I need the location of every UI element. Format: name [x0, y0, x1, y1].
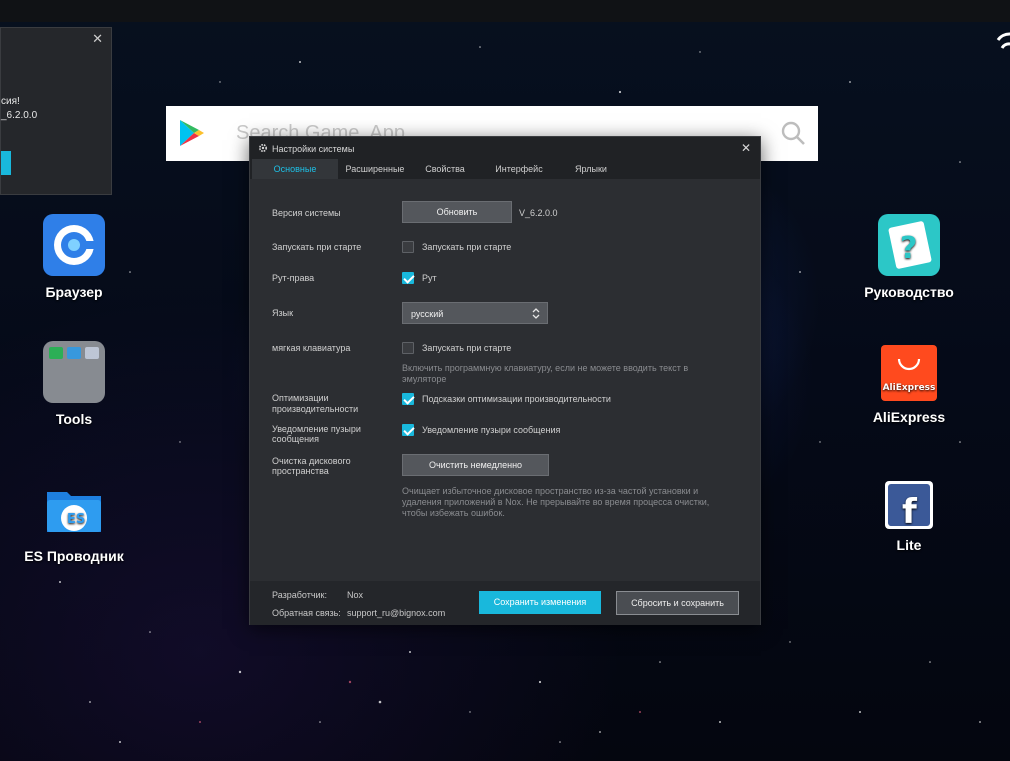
disk-hint: удаления приложений в Nox. Не прерывайте…	[402, 497, 710, 507]
disk-hint: Очищает избыточное дисковое пространство…	[402, 486, 699, 496]
bubble-checkbox[interactable]	[402, 424, 414, 436]
browser-icon	[43, 214, 105, 276]
notification-popup: ✕ сия! _6.2.0.0	[0, 27, 112, 195]
folder-icon	[43, 341, 105, 403]
svg-text:f: f	[902, 492, 918, 529]
app-es-explorer[interactable]: ES ES Проводник	[24, 478, 124, 564]
chevron-updown-icon	[532, 308, 540, 319]
tab-shortcuts[interactable]: Ярлыки	[560, 159, 622, 179]
app-label: Tools	[55, 411, 93, 427]
perf-checkbox-label: Подсказки оптимизации производительности	[422, 394, 611, 404]
es-explorer-icon: ES	[43, 478, 105, 540]
root-label: Рут-права	[272, 273, 315, 283]
question-mark-icon: ?	[878, 214, 940, 276]
tab-advanced[interactable]: Расширенные	[338, 159, 412, 179]
app-label: ES Проводник	[24, 548, 124, 564]
clean-button[interactable]: Очистить немедленно	[402, 454, 549, 476]
notification-action-button[interactable]	[1, 151, 11, 175]
perf-label: производительности	[272, 404, 359, 414]
svg-text:?: ?	[900, 231, 917, 266]
app-label: Руководство	[864, 284, 954, 300]
gear-icon	[258, 143, 268, 153]
language-value: русский	[411, 309, 444, 319]
root-checkbox-label: Рут	[422, 273, 437, 283]
disk-hint: чтобы избежать ошибок.	[402, 508, 505, 518]
dialog-header: Настройки системы ✕ Основные Расширенные…	[250, 137, 760, 179]
bubble-label: сообщения	[272, 434, 319, 444]
version-value: V_6.2.0.0	[519, 208, 558, 218]
keyboard-label: мягкая клавиатура	[272, 343, 351, 353]
perf-checkbox[interactable]	[402, 393, 414, 405]
perf-label: Оптимизации	[272, 393, 329, 403]
save-button[interactable]: Сохранить изменения	[479, 591, 601, 614]
app-label: AliExpress	[872, 409, 946, 425]
notification-version: _6.2.0.0	[1, 110, 38, 121]
top-status-bar	[0, 0, 1010, 22]
feedback-label: Обратная связь:	[272, 608, 341, 618]
autostart-checkbox[interactable]	[402, 241, 414, 253]
keyboard-checkbox[interactable]	[402, 342, 414, 354]
dialog-title: Настройки системы	[272, 144, 355, 154]
play-store-icon	[180, 120, 204, 146]
autostart-checkbox-label: Запускать при старте	[422, 242, 512, 252]
keyboard-hint: эмуляторе	[402, 374, 447, 384]
app-guide[interactable]: ? Руководство	[864, 214, 954, 300]
developer-label: Разработчик:	[272, 590, 327, 600]
feedback-email[interactable]: support_ru@bignox.com	[347, 608, 445, 618]
version-label: Версия системы	[272, 208, 341, 218]
system-settings-dialog: Настройки системы ✕ Основные Расширенные…	[249, 136, 761, 625]
notification-text: сия!	[1, 96, 20, 107]
aliexpress-logo-text: AliExpress	[883, 383, 936, 393]
close-icon[interactable]: ✕	[92, 31, 103, 47]
update-button[interactable]: Обновить	[402, 201, 512, 223]
app-label: Lite	[896, 537, 922, 553]
dialog-footer: Разработчик: Nox Обратная связь: support…	[250, 581, 760, 625]
close-icon[interactable]: ✕	[741, 141, 751, 155]
app-aliexpress[interactable]: AliExpress AliExpress	[869, 345, 949, 425]
facebook-icon: f	[885, 481, 933, 529]
keyboard-checkbox-label: Запускать при старте	[422, 343, 512, 353]
language-select[interactable]: русский	[402, 302, 548, 324]
app-facebook-lite[interactable]: f Lite	[869, 481, 949, 553]
tab-bar: Основные Расширенные Свойства Интерфейс …	[250, 159, 622, 179]
svg-text:ES: ES	[67, 512, 85, 527]
app-browser[interactable]: Браузер	[34, 214, 114, 300]
autostart-label: Запускать при старте	[272, 242, 362, 252]
bubble-checkbox-label: Уведомление пузыри сообщения	[422, 425, 561, 435]
reset-button[interactable]: Сбросить и сохранить	[616, 591, 739, 615]
tab-basic[interactable]: Основные	[252, 159, 338, 179]
language-label: Язык	[272, 308, 294, 318]
disk-label: пространства	[272, 466, 329, 476]
developer-value: Nox	[347, 590, 364, 600]
tab-interface[interactable]: Интерфейс	[478, 159, 560, 179]
keyboard-hint: Включить программную клавиатуру, если не…	[402, 363, 689, 373]
search-icon[interactable]	[780, 120, 806, 146]
root-checkbox[interactable]	[402, 272, 414, 284]
tab-properties[interactable]: Свойства	[412, 159, 478, 179]
aliexpress-icon: AliExpress	[881, 345, 937, 401]
app-tools-folder[interactable]: Tools	[34, 341, 114, 427]
wifi-icon	[996, 32, 1010, 49]
app-label: Браузер	[45, 284, 103, 300]
